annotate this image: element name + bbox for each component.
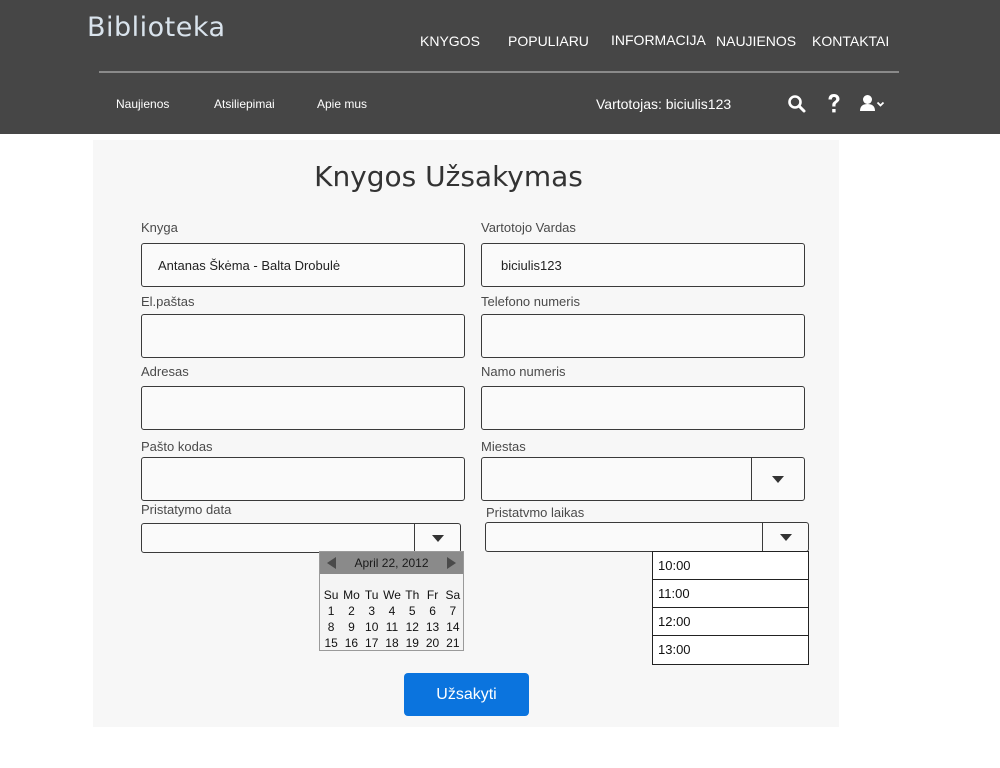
calendar-day[interactable]: 20 [422, 635, 442, 651]
calendar-grid: Su Mo Tu We Th Fr Sa 1 2 3 4 5 6 7 8 9 1… [321, 587, 463, 651]
calendar-day[interactable]: 11 [382, 619, 402, 635]
time-option[interactable]: 10:00 [653, 552, 808, 580]
address-field[interactable] [141, 386, 465, 430]
top-header: Biblioteka KNYGOS POPULIARU INFORMACIJA … [0, 0, 1000, 134]
laikas-label: Pristatvmo laikas [486, 505, 585, 520]
miestas-label: Miestas [481, 439, 526, 454]
kodas-label: Pašto kodas [141, 439, 213, 454]
calendar-day[interactable]: 16 [341, 635, 361, 651]
nav-knygos[interactable]: KNYGOS [420, 33, 480, 49]
user-label: Vartotojas: biciulis123 [596, 96, 732, 112]
calendar-day[interactable]: 10 [362, 619, 382, 635]
calendar-day[interactable]: 3 [362, 603, 382, 619]
subnav-atsiliepimai[interactable]: Atsiliepimai [214, 97, 275, 111]
city-select[interactable] [481, 457, 805, 501]
city-dropdown-button[interactable] [751, 458, 804, 500]
calendar-header: April 22, 2012 [320, 552, 463, 574]
delivery-time-select[interactable] [485, 522, 809, 552]
calendar-day[interactable]: 21 [443, 635, 463, 651]
calendar-day[interactable]: 15 [321, 635, 341, 651]
vardas-input[interactable] [481, 243, 805, 287]
house-number-field[interactable] [481, 386, 805, 430]
knyga-input[interactable] [141, 243, 465, 287]
time-dropdown-button[interactable] [762, 523, 808, 551]
logo[interactable]: Biblioteka [87, 12, 226, 43]
calendar-day[interactable]: 17 [362, 635, 382, 651]
data-label: Pristatymo data [141, 502, 232, 517]
calendar-weekday: Mo [343, 588, 360, 602]
calendar-day[interactable]: 4 [382, 603, 402, 619]
page-title: Knygos Užsakymas [314, 160, 583, 193]
delivery-date-select[interactable] [141, 523, 461, 553]
time-options-list: 10:00 11:00 12:00 13:00 [652, 551, 809, 665]
calendar-day[interactable]: 6 [422, 603, 442, 619]
pastas-label: El.paštas [141, 294, 195, 309]
calendar-day[interactable]: 14 [443, 619, 463, 635]
calendar-week-row: 15 16 17 18 19 20 21 [321, 635, 463, 651]
time-option[interactable]: 13:00 [653, 636, 808, 664]
date-dropdown-button[interactable] [414, 524, 460, 552]
calendar-day[interactable]: 5 [402, 603, 422, 619]
phone-field[interactable] [481, 314, 805, 358]
telefonas-label: Telefono numeris [481, 294, 580, 309]
calendar-day[interactable]: 7 [443, 603, 463, 619]
calendar-day[interactable]: 2 [341, 603, 361, 619]
subnav-apie-mus[interactable]: Apie mus [317, 97, 367, 111]
time-option[interactable]: 12:00 [653, 608, 808, 636]
calendar-day[interactable]: 8 [321, 619, 341, 635]
next-month-icon[interactable] [447, 557, 456, 569]
calendar-week-row: 8 9 10 11 12 13 14 [321, 619, 463, 635]
chevron-down-icon [772, 475, 784, 483]
calendar-day[interactable]: 18 [382, 635, 402, 651]
calendar-day[interactable]: 19 [402, 635, 422, 651]
nav-informacija[interactable]: INFORMACIJA [611, 32, 706, 48]
header-divider [99, 71, 899, 73]
nav-kontaktai[interactable]: KONTAKTAI [812, 33, 889, 49]
chevron-down-icon [431, 534, 444, 542]
calendar-week-row: 1 2 3 4 5 6 7 [321, 603, 463, 619]
date-picker-calendar: April 22, 2012 Su Mo Tu We Th Fr Sa 1 2 … [319, 551, 464, 651]
namo-label: Namo numeris [481, 364, 566, 379]
calendar-weekday: We [383, 588, 401, 602]
postal-code-field[interactable] [141, 457, 465, 501]
calendar-weekday-row: Su Mo Tu We Th Fr Sa [321, 587, 463, 603]
knyga-label: Knyga [141, 220, 178, 235]
time-option[interactable]: 11:00 [653, 580, 808, 608]
nav-naujienos[interactable]: NAUJIENOS [716, 33, 796, 49]
email-field[interactable] [141, 314, 465, 358]
help-icon[interactable] [826, 93, 842, 120]
calendar-weekday: Tu [364, 588, 379, 602]
calendar-weekday: Su [323, 588, 339, 602]
adresas-label: Adresas [141, 364, 189, 379]
calendar-day[interactable]: 13 [422, 619, 442, 635]
nav-populiaru[interactable]: POPULIARU [508, 33, 589, 49]
calendar-weekday: Sa [445, 588, 461, 602]
calendar-weekday: Fr [426, 588, 439, 602]
calendar-month-label: April 22, 2012 [354, 556, 429, 570]
vardas-label: Vartotojo Vardas [481, 220, 576, 235]
calendar-weekday: Th [405, 588, 420, 602]
submit-order-button[interactable]: Užsakyti [404, 673, 529, 716]
search-icon[interactable] [787, 94, 807, 119]
user-menu-icon[interactable] [860, 94, 886, 119]
calendar-day[interactable]: 12 [402, 619, 422, 635]
chevron-down-icon [779, 533, 792, 541]
calendar-day[interactable]: 9 [341, 619, 361, 635]
subnav-naujienos[interactable]: Naujienos [116, 97, 169, 111]
calendar-day[interactable]: 1 [321, 603, 341, 619]
